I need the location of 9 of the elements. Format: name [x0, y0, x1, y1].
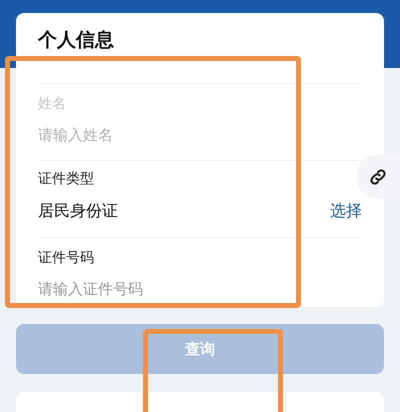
field-value: 居民身份证 [38, 200, 118, 222]
link-button[interactable] [356, 155, 400, 199]
field-label: 证件号码 [38, 248, 95, 268]
select-link[interactable]: 选择 [330, 199, 362, 223]
link-icon [368, 167, 388, 187]
field-label: 证件类型 [38, 170, 95, 189]
input-field[interactable]: 请输入证件号码 [38, 278, 288, 300]
field-label: 姓名 [38, 94, 67, 114]
card-title: 个人信息 [38, 28, 115, 53]
